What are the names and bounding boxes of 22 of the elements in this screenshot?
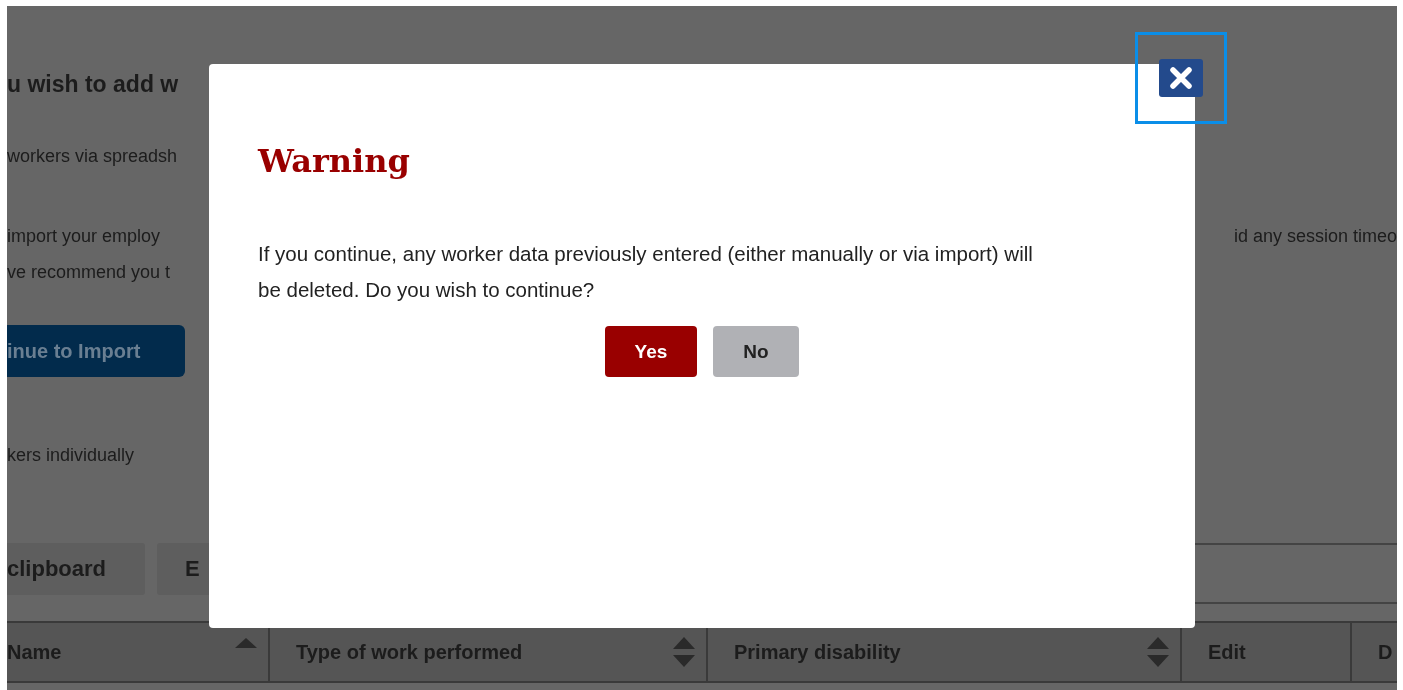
yes-button[interactable]: Yes — [605, 326, 697, 378]
column-header[interactable]: D — [1378, 636, 1393, 667]
option-text: kers individually — [7, 443, 136, 467]
paragraph-text: ve recommend you t — [7, 260, 171, 284]
sort-ascending-icon[interactable] — [234, 636, 258, 649]
sort-icon[interactable] — [672, 635, 696, 668]
paragraph-text: workers via spreadsh — [7, 144, 178, 168]
section-heading: u wish to add w — [7, 71, 179, 99]
close-icon[interactable] — [1169, 66, 1193, 90]
paragraph-text: import your employ — [7, 224, 161, 248]
column-header[interactable]: Edit — [1208, 636, 1246, 667]
import-button[interactable]: inue to Import — [7, 324, 185, 377]
dialog-message: If you continue, any worker data previously entered (either manually or via import) will be deleted. Do you wish to continue? — [258, 241, 1034, 304]
toolbar-button[interactable]: clipboard — [7, 542, 145, 595]
paragraph-text: id any session timeo — [1233, 224, 1397, 248]
column-header[interactable]: Primary disability — [734, 636, 901, 667]
column-header[interactable]: Name — [7, 636, 62, 667]
close-button[interactable] — [1159, 59, 1203, 97]
sort-icon[interactable] — [1146, 635, 1170, 668]
dialog-title: Warning — [258, 142, 411, 181]
no-button[interactable]: No — [713, 326, 799, 378]
column-header[interactable]: Type of work performed — [296, 636, 523, 667]
